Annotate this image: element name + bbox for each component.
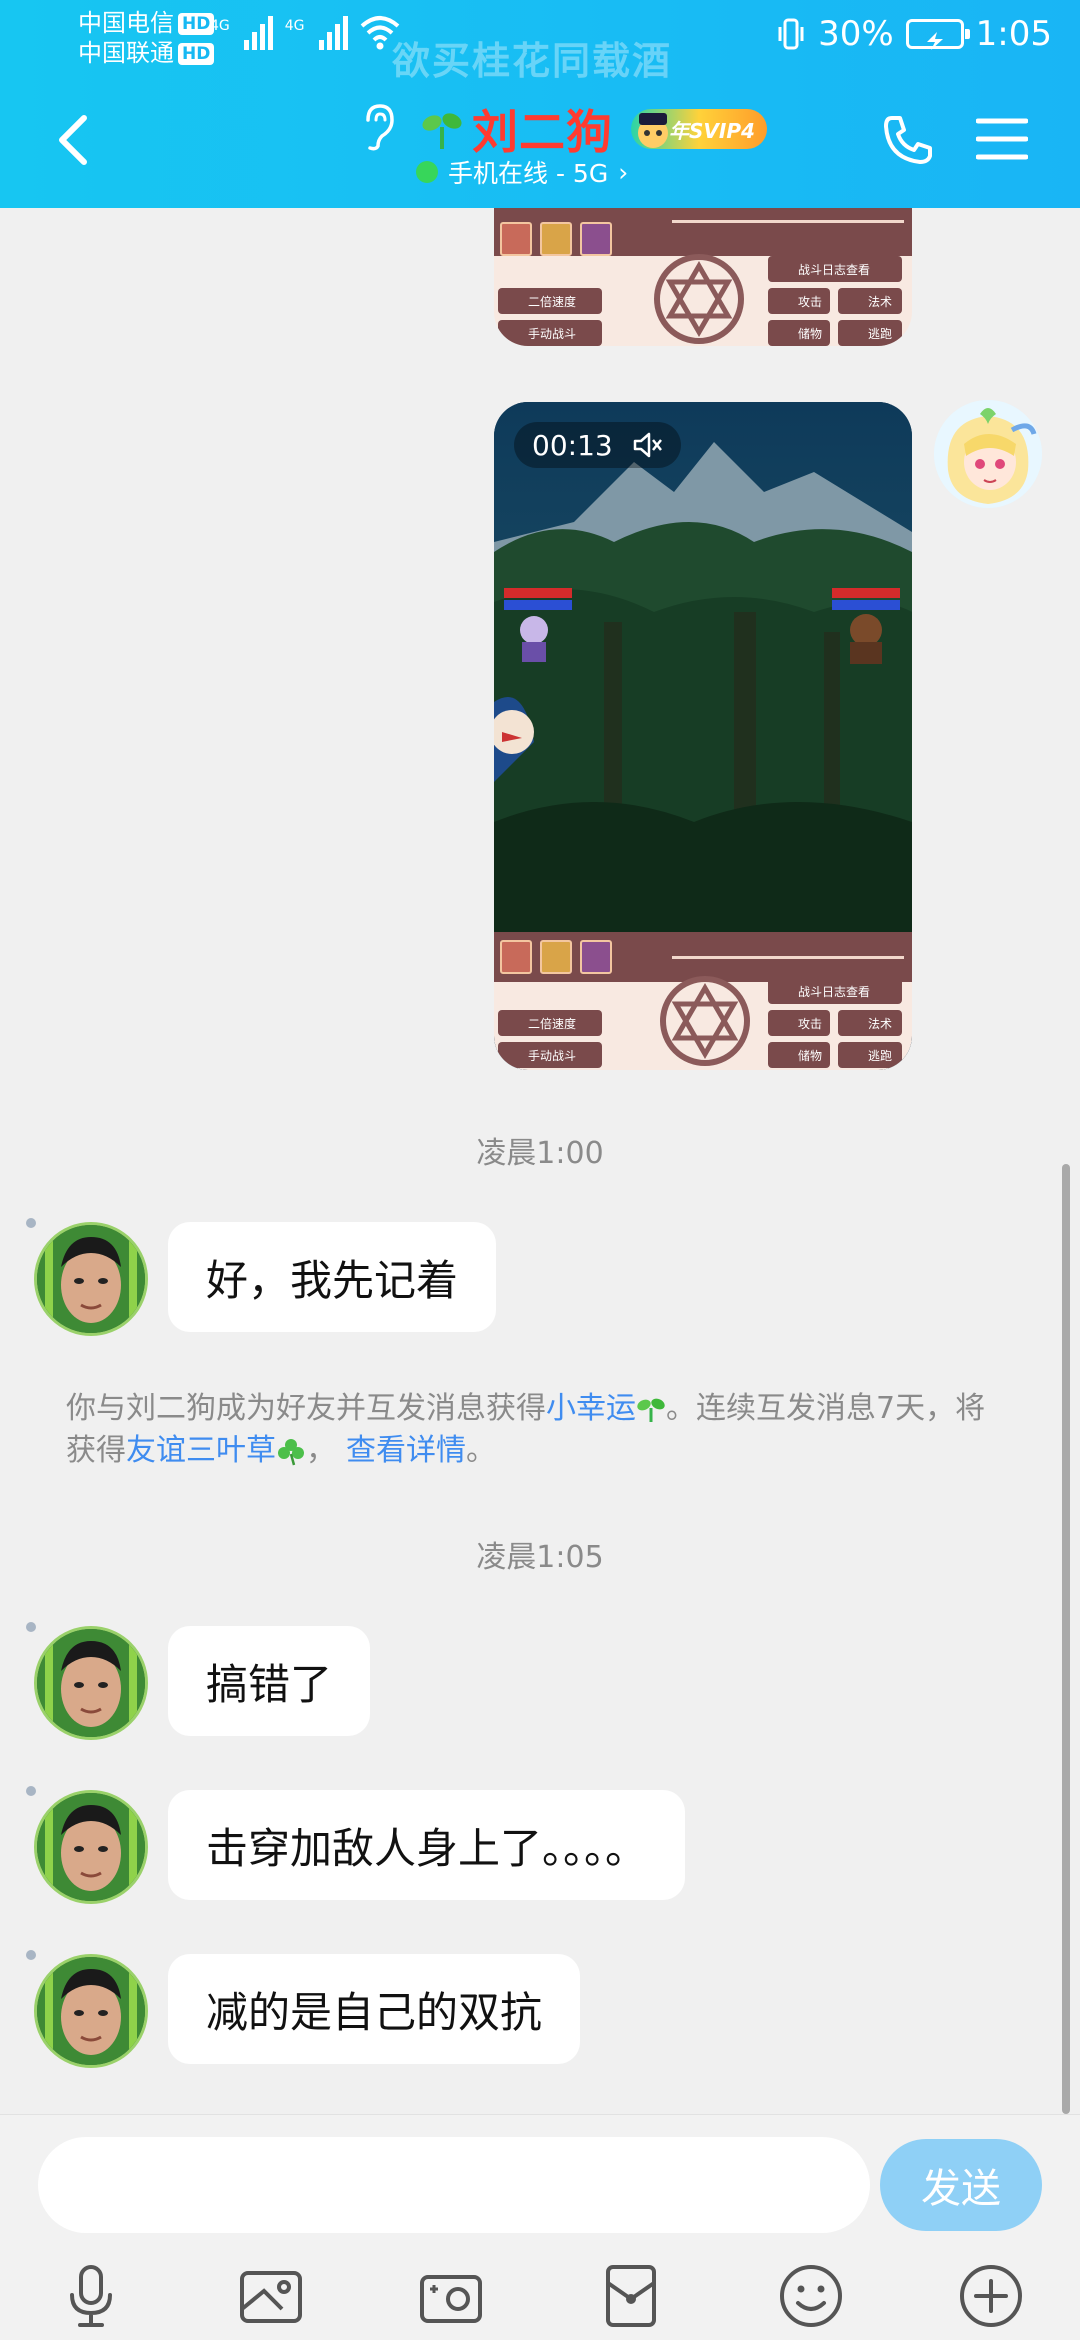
back-icon[interactable] — [50, 110, 98, 170]
hd-badge-2: HD — [178, 43, 215, 65]
clock-time: 1:05 — [975, 14, 1052, 54]
message-text: 击穿加敌人身上了。。。。 — [206, 1823, 648, 1873]
game-btn-escape: 逃跑 — [838, 1042, 902, 1068]
carrier-2: 中国联通 — [78, 39, 174, 67]
online-dot-icon — [416, 161, 438, 183]
message-bubble[interactable]: 好，我先记着 — [168, 1222, 497, 1332]
person-avatar-icon — [37, 1957, 145, 2065]
mute-icon[interactable] — [631, 429, 663, 461]
online-status-text: 手机在线 - 5G — [448, 159, 609, 188]
contact-avatar[interactable] — [34, 1626, 148, 1740]
message-bubble[interactable]: 击穿加敌人身上了。。。。 — [168, 1790, 686, 1900]
message-bubble[interactable]: 搞错了 — [168, 1626, 371, 1736]
camera-icon[interactable] — [416, 2261, 486, 2331]
title-row[interactable]: 刘二狗 年SVIP4 — [420, 96, 767, 162]
system-text: 你与刘二狗成为好友并互发消息获得 — [66, 1391, 546, 1426]
image-icon[interactable] — [236, 2261, 306, 2331]
timestamp-1: 凌晨1:00 — [476, 1136, 604, 1171]
game-btn-log: 战斗日志查看 — [768, 256, 902, 282]
red-packet-icon[interactable] — [596, 2261, 666, 2331]
vip-avatar-icon — [638, 113, 668, 148]
video-duration: 00:13 — [532, 428, 613, 462]
battery-icon — [905, 19, 970, 50]
star-emblem-icon — [654, 254, 744, 344]
message-bubble[interactable]: 减的是自己的双抗 — [168, 1954, 581, 2064]
game-btn-spell: 法术 — [838, 1010, 902, 1036]
my-avatar[interactable] — [934, 400, 1042, 508]
game-btn-speed: 二倍速度 — [498, 1010, 602, 1036]
contact-avatar[interactable] — [34, 1790, 148, 1904]
game-btn-attack: 攻击 — [768, 288, 830, 314]
scrollbar[interactable] — [1062, 1164, 1070, 2114]
person-avatar-icon — [37, 1225, 145, 1333]
contact-avatar[interactable] — [34, 1222, 148, 1336]
vibrate-icon — [778, 18, 804, 50]
composer-bar: 发送 — [0, 2114, 1080, 2340]
contact-avatar[interactable] — [34, 1954, 148, 2068]
hd-badge-1: HD — [178, 13, 215, 35]
phone-icon[interactable] — [880, 112, 936, 168]
net-type-2: 4G — [284, 18, 305, 34]
signal-icon-2 — [318, 14, 348, 50]
vip-label: 年SVIP4 — [669, 118, 755, 143]
game-btn-escape: 逃跑 — [838, 320, 902, 346]
video-message[interactable]: 00:13 二倍速度 手动战斗 战斗日志查看 攻击 法术 储物 逃跑 — [494, 402, 912, 1070]
status-right: 30% 1:05 — [776, 14, 1052, 54]
game-btn-manual: 手动战斗 — [498, 320, 602, 346]
timestamp-2: 凌晨1:05 — [476, 1540, 604, 1575]
contact-name: 刘二狗 — [472, 105, 613, 159]
game-screenshot-top[interactable]: 二倍速度 手动战斗 战斗日志查看 攻击 法术 储物 逃跑 — [494, 208, 912, 346]
system-end: 。 — [466, 1433, 496, 1468]
carrier-info: 中国电信 HD 中国联通 HD — [78, 8, 215, 68]
star-emblem-icon — [660, 976, 750, 1066]
microphone-icon[interactable] — [56, 2261, 126, 2331]
message-text: 好，我先记着 — [206, 1255, 459, 1305]
video-timer: 00:13 — [514, 422, 681, 468]
link-lucky[interactable]: 小幸运 — [546, 1391, 636, 1426]
person-avatar-icon — [37, 1629, 145, 1737]
game-btn-item: 储物 — [768, 1042, 830, 1068]
link-details[interactable]: 查看详情 — [346, 1433, 466, 1468]
game-btn-attack: 攻击 — [768, 1010, 830, 1036]
vip-badge[interactable]: 年SVIP4 — [631, 109, 767, 149]
anime-avatar-icon — [934, 400, 1042, 508]
battery-percent: 30% — [818, 14, 894, 54]
signal-icon-1 — [243, 14, 273, 50]
ear-icon[interactable] — [358, 102, 398, 152]
game-btn-spell: 法术 — [838, 288, 902, 314]
sprout-icon — [422, 113, 462, 149]
carrier-1: 中国电信 — [78, 9, 174, 37]
chat-header: 中国电信 HD 中国联通 HD 4G 4G 欲买桂花同载酒 30% 1:05 刘… — [0, 0, 1080, 208]
game-btn-item: 储物 — [768, 320, 830, 346]
link-clover[interactable]: 友谊三叶草 — [126, 1433, 276, 1468]
signal-indicators: 4G 4G — [210, 14, 400, 50]
message-text: 搞错了 — [206, 1659, 333, 1709]
sprout-icon — [637, 1398, 665, 1422]
person-avatar-icon — [37, 1793, 145, 1901]
watermark-text: 欲买桂花同载酒 — [392, 39, 673, 83]
game-btn-speed: 二倍速度 — [498, 288, 602, 314]
emoji-icon[interactable] — [776, 2261, 846, 2331]
send-button[interactable]: 发送 — [880, 2139, 1042, 2231]
video-thumbnail — [494, 402, 912, 932]
game-btn-manual: 手动战斗 — [498, 1042, 602, 1068]
online-status[interactable]: 手机在线 - 5G › — [416, 154, 628, 190]
video-game-panel: 二倍速度 手动战斗 战斗日志查看 攻击 法术 储物 逃跑 — [494, 932, 912, 1070]
message-input[interactable] — [38, 2137, 870, 2233]
system-notice: 你与刘二狗成为好友并互发消息获得小幸运 。连续互发消息7天，将获得友谊三叶草，查看… — [66, 1388, 1006, 1472]
clover-icon — [278, 1439, 304, 1466]
system-sep: ， — [306, 1433, 336, 1468]
plus-icon[interactable] — [956, 2261, 1026, 2331]
message-text: 减的是自己的双抗 — [206, 1987, 543, 2037]
chevron-right-icon: › — [618, 157, 629, 187]
menu-icon[interactable] — [976, 116, 1028, 162]
game-btn-log: 战斗日志查看 — [768, 978, 902, 1004]
net-type-1: 4G — [210, 18, 230, 34]
